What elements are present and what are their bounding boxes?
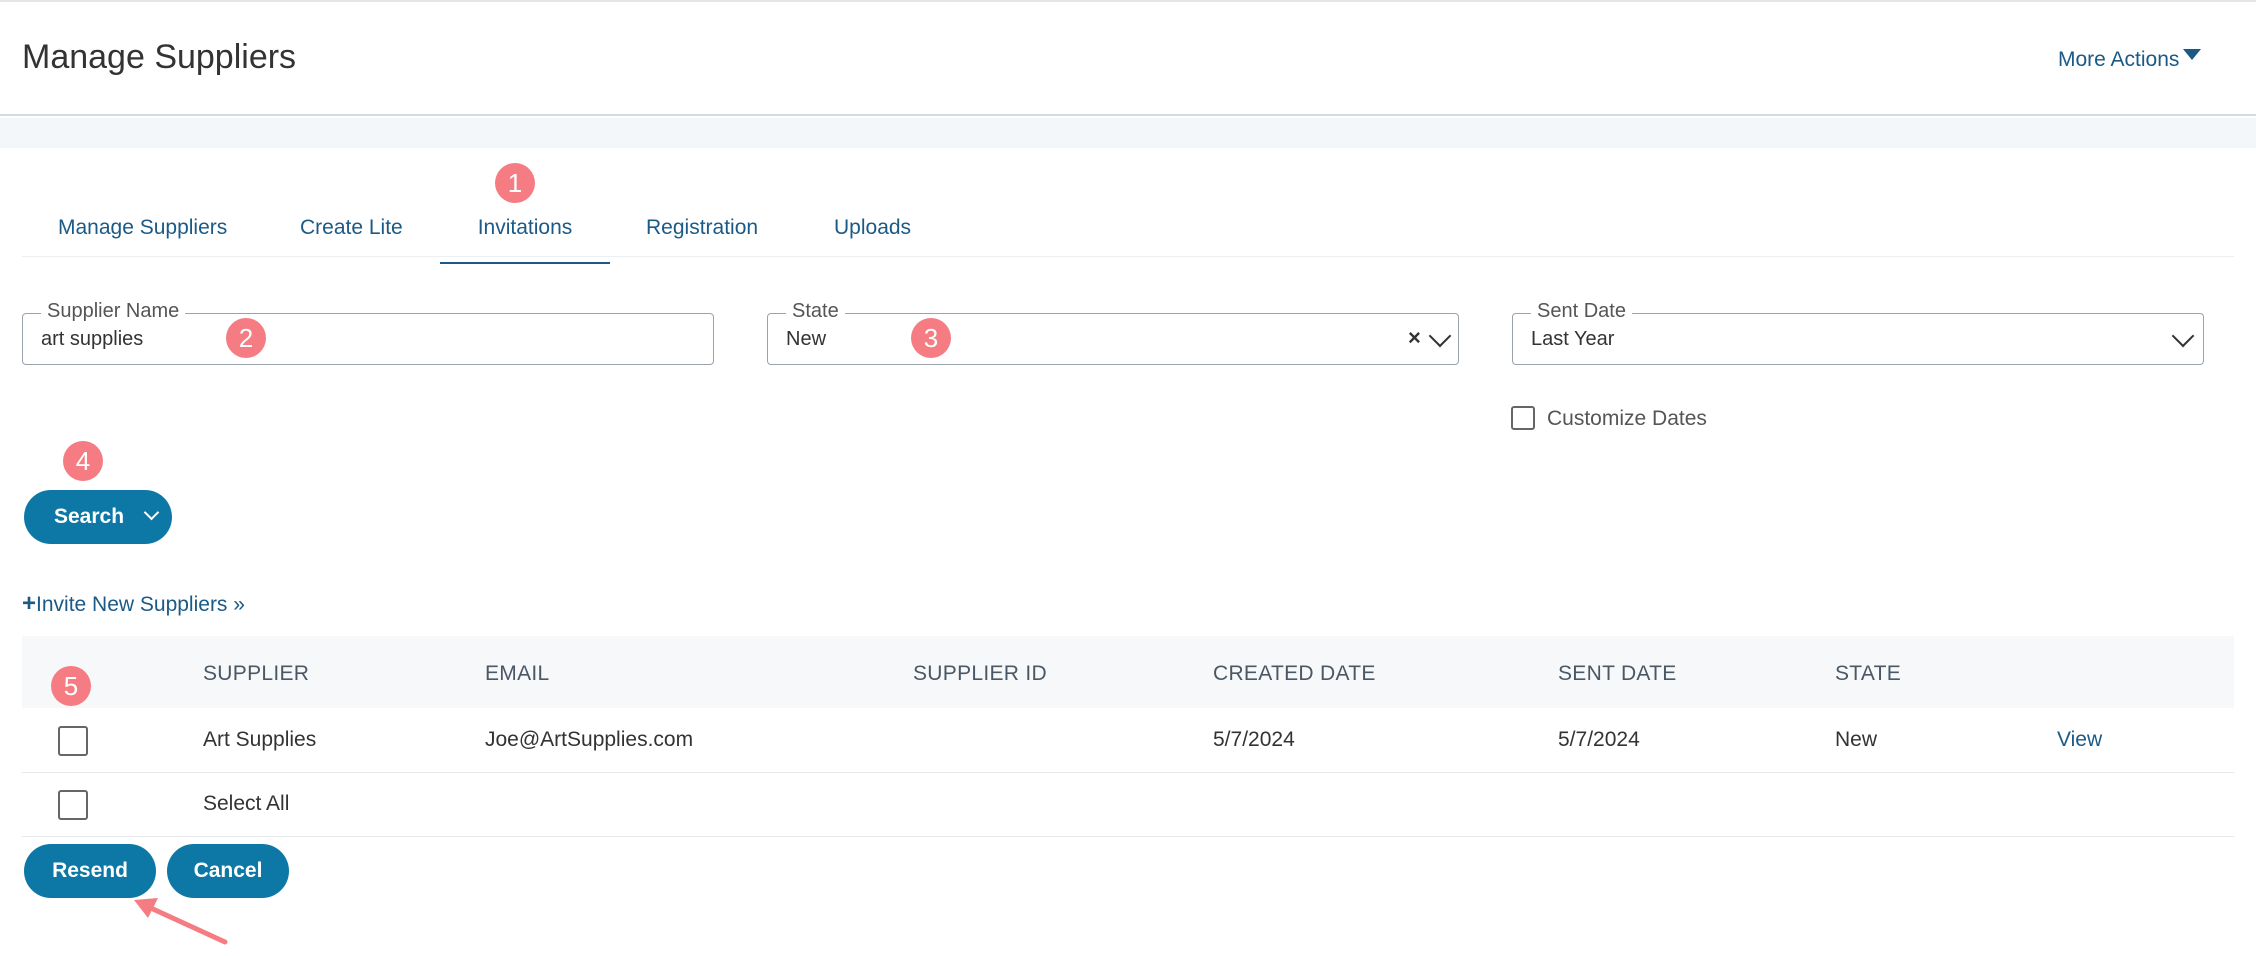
supplier-name-input[interactable]: art supplies <box>41 328 143 351</box>
chevron-down-icon[interactable] <box>1428 324 1452 348</box>
tab-registration[interactable]: Registration <box>646 216 758 262</box>
state-label: State <box>786 300 845 323</box>
column-header-created-date: CREATED DATE <box>1213 662 1376 685</box>
cell-created-date: 5/7/2024 <box>1213 728 1295 751</box>
sent-date-label: Sent Date <box>1531 300 1632 323</box>
tab-create-lite[interactable]: Create Lite <box>300 216 403 262</box>
column-header-supplier-id: SUPPLIER ID <box>913 662 1048 685</box>
plus-icon: + <box>22 590 37 617</box>
view-link[interactable]: View <box>2057 728 2102 752</box>
select-all-checkbox[interactable] <box>58 790 88 820</box>
chevron-down-icon[interactable] <box>2171 324 2195 348</box>
page-title: Manage Suppliers <box>22 38 297 76</box>
select-all-row: Select All <box>22 772 2234 837</box>
annotation-arrow-icon <box>134 898 228 945</box>
customize-dates-checkbox[interactable] <box>1511 406 1535 430</box>
table-header: SUPPLIER EMAIL SUPPLIER ID CREATED DATE … <box>22 636 2234 708</box>
supplier-name-field[interactable]: Supplier Name art supplies <box>22 300 714 365</box>
tab-uploads[interactable]: Uploads <box>834 216 911 262</box>
select-all-label: Select All <box>203 792 290 815</box>
header-band <box>0 118 2256 148</box>
cell-sent-date: 5/7/2024 <box>1558 728 1640 751</box>
search-button-label: Search <box>54 505 125 528</box>
tab-manage-suppliers[interactable]: Manage Suppliers <box>58 216 227 262</box>
state-value: New <box>786 328 827 350</box>
column-header-email: EMAIL <box>485 662 550 685</box>
more-actions-label: More Actions <box>2058 48 2180 71</box>
cell-supplier: Art Supplies <box>203 728 317 751</box>
more-actions-menu[interactable]: More Actions <box>2058 48 2202 72</box>
row-checkbox[interactable] <box>58 726 88 756</box>
annotation-badge-4: 4 <box>63 441 103 481</box>
customize-dates-label: Customize Dates <box>1547 407 1707 430</box>
sent-date-value: Last Year <box>1531 328 1615 350</box>
invite-new-suppliers-link[interactable]: +Invite New Suppliers » <box>22 590 245 618</box>
caret-down-icon <box>2183 48 2202 60</box>
invite-link-label: Invite New Suppliers » <box>36 593 245 616</box>
annotation-badge-2: 2 <box>226 318 266 358</box>
state-select[interactable]: State New × <box>767 300 1459 365</box>
column-header-state: STATE <box>1835 662 1902 685</box>
annotation-badge-5: 5 <box>51 666 91 706</box>
column-header-supplier: SUPPLIER <box>203 662 310 685</box>
annotation-badge-1: 1 <box>495 163 535 203</box>
annotation-badge-3: 3 <box>911 318 951 358</box>
sent-date-select[interactable]: Sent Date Last Year <box>1512 300 2204 365</box>
page-header: Manage Suppliers More Actions <box>0 0 2256 116</box>
tab-bar: Manage Suppliers Create Lite Invitations… <box>22 188 2234 264</box>
search-button[interactable]: Search <box>24 490 172 544</box>
clear-icon[interactable]: × <box>1408 325 1421 351</box>
tab-invitations[interactable]: Invitations <box>440 216 610 264</box>
column-header-sent-date: SENT DATE <box>1558 662 1677 685</box>
table-row: Art Supplies Joe@ArtSupplies.com 5/7/202… <box>22 708 2234 773</box>
cell-email: Joe@ArtSupplies.com <box>485 728 694 751</box>
cell-state: New <box>1835 728 1878 751</box>
supplier-name-label: Supplier Name <box>41 300 186 323</box>
chevron-down-icon[interactable] <box>143 504 160 521</box>
